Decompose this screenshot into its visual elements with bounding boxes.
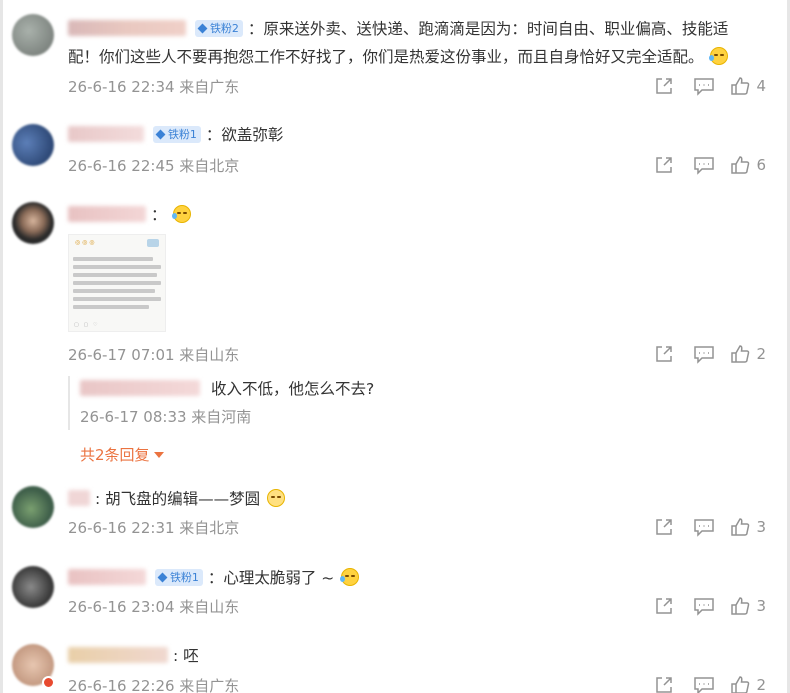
comment-actions: 2 bbox=[644, 343, 766, 365]
like-icon bbox=[731, 77, 750, 95]
avatar[interactable] bbox=[12, 124, 54, 166]
diamond-icon bbox=[155, 129, 166, 140]
diamond-icon bbox=[157, 572, 168, 583]
share-button[interactable] bbox=[644, 343, 684, 365]
share-button[interactable] bbox=[644, 75, 684, 97]
comment-actions: 6 bbox=[644, 154, 766, 176]
like-button[interactable]: 3 bbox=[730, 516, 766, 538]
avatar[interactable] bbox=[12, 486, 54, 528]
laugh-cry-emoji-icon bbox=[709, 47, 729, 65]
share-icon bbox=[656, 519, 673, 535]
like-count: 6 bbox=[756, 156, 766, 174]
like-icon bbox=[731, 156, 750, 174]
like-button[interactable]: 6 bbox=[730, 154, 766, 176]
comment-text: 铁粉1 ：欲盖弥彰 bbox=[68, 122, 766, 148]
comment-text: 铁粉1 ：心理太脆弱了 ~ bbox=[68, 565, 766, 591]
fan-badge[interactable]: 铁粉2 bbox=[194, 20, 243, 37]
like-button[interactable]: 3 bbox=[730, 595, 766, 617]
comment-text: ： bbox=[68, 202, 766, 228]
comment-button[interactable] bbox=[684, 674, 724, 693]
comment-timestamp: 26-6-16 22:34 来自广东 bbox=[68, 78, 240, 96]
expand-replies-link[interactable]: 共2条回复 bbox=[80, 444, 164, 465]
laugh-cry-emoji-icon bbox=[340, 568, 360, 586]
comment-icon bbox=[694, 157, 715, 175]
like-icon bbox=[731, 518, 750, 536]
comment-timestamp: 26-6-16 23:04 来自山东 bbox=[68, 598, 240, 616]
avatar[interactable] bbox=[12, 202, 54, 244]
share-icon bbox=[656, 157, 673, 173]
comment-button[interactable] bbox=[684, 343, 724, 365]
smile-emoji-icon bbox=[267, 489, 286, 507]
fan-badge[interactable]: 铁粉1 bbox=[154, 569, 203, 586]
comment-icon bbox=[694, 519, 715, 537]
like-button[interactable]: 4 bbox=[730, 75, 766, 97]
like-count: 3 bbox=[756, 597, 766, 615]
username-blurred[interactable] bbox=[68, 126, 144, 142]
comment-actions: 3 bbox=[644, 595, 766, 617]
share-icon bbox=[656, 677, 673, 693]
like-count: 2 bbox=[756, 676, 766, 693]
reply-item: 收入不低，他怎么不去? 26-6-17 08:33 来自河南 bbox=[68, 376, 588, 430]
comment-text: : 呸 bbox=[68, 643, 766, 669]
comment-timestamp: 26-6-16 22:31 来自北京 bbox=[68, 519, 240, 537]
comment-button[interactable] bbox=[684, 516, 724, 538]
comment-icon bbox=[694, 598, 715, 616]
share-button[interactable] bbox=[644, 516, 684, 538]
diamond-icon bbox=[197, 23, 208, 34]
comment-button[interactable] bbox=[684, 75, 724, 97]
share-button[interactable] bbox=[644, 154, 684, 176]
comment-timestamp: 26-6-17 07:01 来自山东 bbox=[68, 346, 240, 364]
comment-button[interactable] bbox=[684, 154, 724, 176]
reply-timestamp: 26-6-17 08:33 来自河南 bbox=[80, 408, 252, 426]
reply-text: 收入不低，他怎么不去? bbox=[80, 376, 588, 402]
share-icon bbox=[656, 346, 673, 362]
laugh-cry-emoji-icon bbox=[172, 205, 192, 223]
attached-image[interactable]: ◎ ◎ ◎ ▢ ▢ ♡ bbox=[68, 234, 166, 332]
like-button[interactable]: 2 bbox=[730, 343, 766, 365]
username-blurred[interactable] bbox=[80, 380, 200, 396]
caret-down-icon bbox=[153, 452, 164, 458]
username-blurred[interactable] bbox=[68, 490, 90, 506]
share-icon bbox=[656, 78, 673, 94]
like-icon bbox=[731, 345, 750, 363]
comment-button[interactable] bbox=[684, 595, 724, 617]
comment-actions: 4 bbox=[644, 75, 766, 97]
share-button[interactable] bbox=[644, 595, 684, 617]
like-count: 4 bbox=[756, 77, 766, 95]
comment-actions: 3 bbox=[644, 516, 766, 538]
comment-icon bbox=[694, 78, 715, 96]
like-count: 2 bbox=[756, 345, 766, 363]
comment-text: 铁粉2 ：原来送外卖、送快递、跑滴滴是因为：时间自由、职业偏高、技能适 bbox=[68, 16, 766, 42]
comment-text: : 胡飞盘的编辑——梦圆 bbox=[68, 486, 766, 512]
fan-badge[interactable]: 铁粉1 bbox=[152, 126, 201, 143]
verified-badge-icon bbox=[42, 676, 55, 689]
comment-actions: 2 bbox=[644, 674, 766, 693]
like-count: 3 bbox=[756, 518, 766, 536]
like-icon bbox=[731, 597, 750, 615]
share-icon bbox=[656, 598, 673, 614]
username-blurred[interactable] bbox=[68, 569, 146, 585]
username-blurred[interactable] bbox=[68, 206, 146, 222]
frame-left bbox=[0, 0, 3, 693]
comment-text-continued: 配！你们这些人不要再抱怨工作不好找了，你们是热爱这份事业，而且自身恰好又完全适配… bbox=[68, 44, 766, 70]
username-blurred[interactable] bbox=[68, 20, 186, 36]
avatar[interactable] bbox=[12, 566, 54, 608]
like-icon bbox=[731, 676, 750, 693]
username-blurred[interactable] bbox=[68, 647, 168, 663]
comment-icon bbox=[694, 346, 715, 364]
avatar[interactable] bbox=[12, 14, 54, 56]
comment-timestamp: 26-6-16 22:45 来自北京 bbox=[68, 157, 240, 175]
like-button[interactable]: 2 bbox=[730, 674, 766, 693]
share-button[interactable] bbox=[644, 674, 684, 693]
comment-timestamp: 26-6-16 22:26 来自广东 bbox=[68, 677, 240, 693]
comment-icon bbox=[694, 677, 715, 693]
